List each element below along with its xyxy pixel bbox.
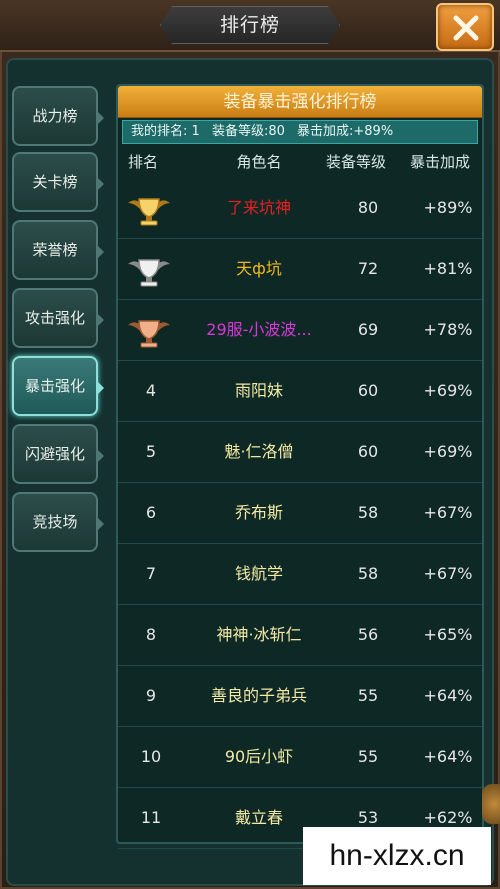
row-crit-bonus: +78% (423, 320, 473, 339)
tab-stage[interactable]: 关卡榜 (12, 152, 104, 212)
side-menu-handle[interactable] (482, 784, 500, 824)
row-player-name: 29服-小波波... (206, 320, 312, 339)
row-equip-level: 72 (357, 259, 379, 278)
row-equip-level: 60 (357, 381, 379, 400)
row-player-name: 雨阳妹 (234, 381, 283, 400)
row-rank: 5 (145, 442, 157, 461)
row-player-name: 天ф坑 (236, 259, 282, 278)
row-player-name: 钱航学 (234, 564, 283, 583)
window-title: 排行榜 (219, 14, 280, 36)
row-equip-level: 56 (357, 625, 379, 644)
ranking-row[interactable]: 10 90后小虾 55 +64% (118, 727, 482, 788)
my-rank: 我的排名: 1 (131, 124, 200, 139)
row-crit-bonus: +69% (423, 381, 473, 400)
column-header: 排名 角色名 装备等级 暴击加成 (118, 148, 482, 176)
close-button[interactable] (436, 3, 494, 51)
col-level: 装备等级 (325, 153, 386, 171)
row-rank: 9 (145, 686, 157, 705)
tab-honor[interactable]: 荣誉榜 (12, 220, 104, 280)
row-player-name: 魅·仁洛僧 (224, 442, 294, 461)
row-equip-level: 58 (357, 503, 379, 522)
row-equip-level: 60 (357, 442, 379, 461)
row-crit-bonus: +64% (423, 747, 473, 766)
row-crit-bonus: +64% (423, 686, 473, 705)
row-equip-level: 55 (357, 747, 379, 766)
ranking-row[interactable]: 了来坑神 80 +89% (118, 178, 482, 239)
row-player-name: 善良的子弟兵 (210, 686, 307, 705)
row-equip-level: 69 (357, 320, 379, 339)
ranking-row[interactable]: 4 雨阳妹 60 +69% (118, 361, 482, 422)
tab-arena[interactable]: 竞技场 (12, 492, 104, 552)
row-equip-level: 55 (357, 686, 379, 705)
ranking-row[interactable]: 8 神神·冰斩仁 56 +65% (118, 605, 482, 666)
gold-trophy-icon (126, 192, 172, 226)
leaderboard-title: 装备暴击强化排行榜 (118, 86, 482, 118)
row-crit-bonus: +65% (423, 625, 473, 644)
leaderboard: 装备暴击强化排行榜 我的排名: 1 装备等级:80 暴击加成:+89% 排名 角… (116, 84, 484, 849)
row-crit-bonus: +67% (423, 564, 473, 583)
close-icon (453, 15, 479, 41)
my-equip-level: 装备等级:80 (211, 124, 285, 139)
my-crit-bonus: 暴击加成:+89% (297, 124, 394, 139)
my-rank-bar: 我的排名: 1 装备等级:80 暴击加成:+89% (122, 120, 478, 144)
row-rank: 8 (145, 625, 157, 644)
bronze-trophy-icon (126, 314, 172, 348)
tab-attack-enhance[interactable]: 攻击强化 (12, 288, 104, 348)
row-equip-level: 58 (357, 564, 379, 583)
row-player-name: 乔布斯 (234, 503, 283, 522)
row-rank: 4 (145, 381, 157, 400)
row-crit-bonus: +67% (423, 503, 473, 522)
row-player-name: 神神·冰斩仁 (216, 625, 302, 644)
watermark: hn-xlzx.cn (303, 827, 491, 885)
row-player-name: 90后小虾 (224, 747, 294, 766)
tab-combat-power[interactable]: 战力榜 (12, 86, 104, 146)
ranking-row[interactable]: 9 善良的子弟兵 55 +64% (118, 666, 482, 727)
ranking-row[interactable]: 天ф坑 72 +81% (118, 239, 482, 300)
title-bar: 排行榜 (0, 0, 500, 52)
col-rank: 排名 (127, 153, 158, 171)
row-rank: 10 (140, 747, 162, 766)
ranking-row[interactable]: 6 乔布斯 58 +67% (118, 483, 482, 544)
row-rank: 11 (140, 808, 162, 827)
row-crit-bonus: +69% (423, 442, 473, 461)
ranking-row[interactable]: 29服-小波波... 69 +78% (118, 300, 482, 361)
row-crit-bonus: +81% (423, 259, 473, 278)
ranking-row[interactable]: 7 钱航学 58 +67% (118, 544, 482, 605)
tab-dodge-enhance[interactable]: 闪避强化 (12, 424, 104, 484)
row-rank: 7 (145, 564, 157, 583)
silver-trophy-icon (126, 253, 172, 287)
row-rank: 6 (145, 503, 157, 522)
col-crit: 暴击加成 (409, 153, 470, 171)
row-player-name: 了来坑神 (226, 198, 291, 217)
tab-crit-enhance[interactable]: 暴击强化 (12, 356, 104, 416)
row-crit-bonus: +89% (423, 198, 473, 217)
ranking-row[interactable]: 5 魅·仁洛僧 60 +69% (118, 422, 482, 483)
row-equip-level: 80 (357, 198, 379, 217)
